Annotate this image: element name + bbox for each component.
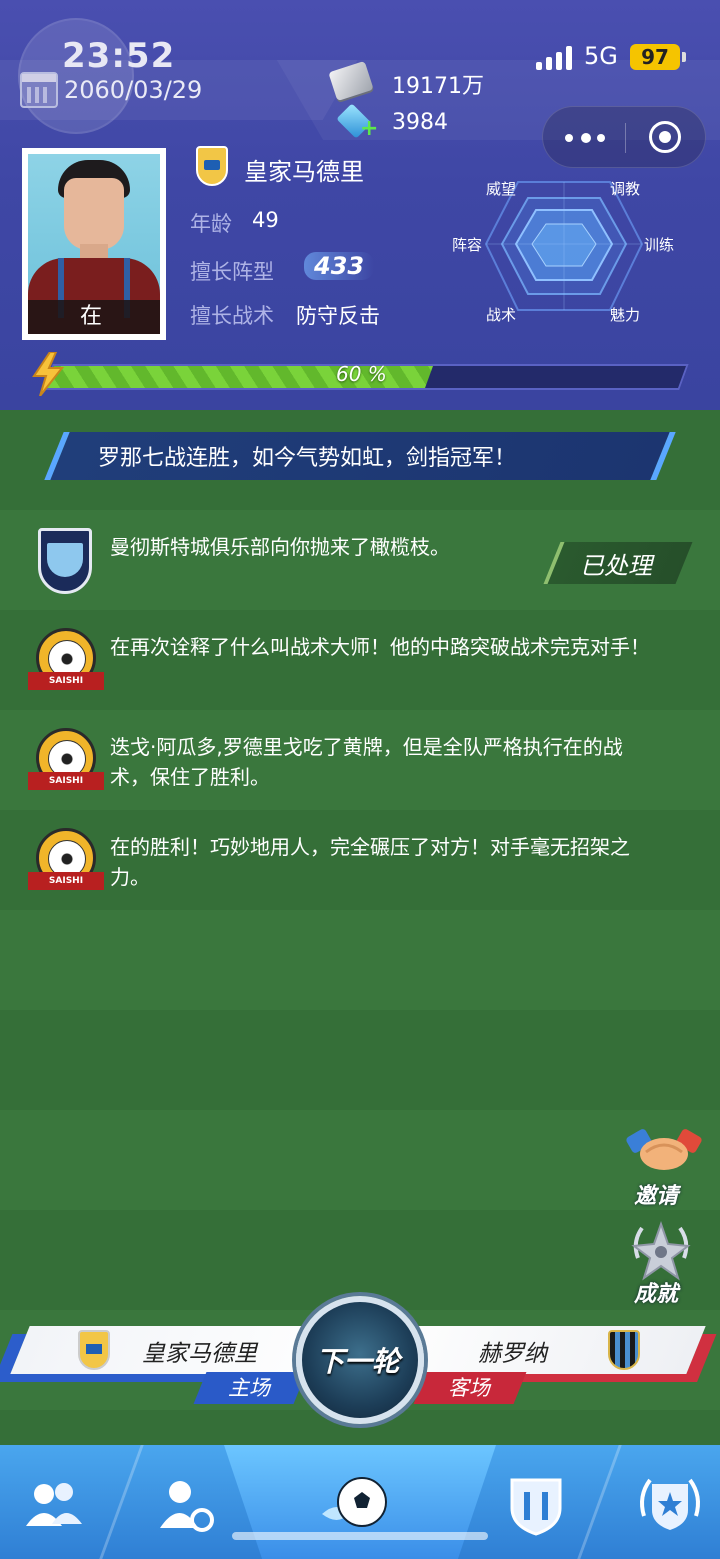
home-label: 主场 xyxy=(228,1376,270,1400)
home-club-badge-icon xyxy=(78,1330,110,1370)
saishi-icon: SAISHI xyxy=(28,628,104,698)
manager-portrait[interactable]: 在 xyxy=(22,148,166,340)
tactic-value: 防守反击 xyxy=(296,304,380,328)
network-type: 5G xyxy=(584,42,618,70)
team-icon[interactable] xyxy=(18,1470,90,1540)
away-club-badge-icon xyxy=(608,1330,640,1370)
news-text: 在再次诠释了什么叫战术大师！他的中路突破战术完克对手！ xyxy=(110,635,650,659)
age-label: 年龄 xyxy=(190,212,232,236)
saishi-ribbon: SAISHI xyxy=(28,672,104,690)
miniprogram-capsule xyxy=(542,106,706,168)
invite-label[interactable]: 邀请 xyxy=(634,1178,678,1210)
achievements-label[interactable]: 成就 xyxy=(634,1276,678,1308)
nav-divider xyxy=(99,1445,144,1559)
processed-label: 已处理 xyxy=(580,552,652,580)
radar-label-squad: 阵容 xyxy=(452,236,483,254)
radar-label-prestige: 威望 xyxy=(486,180,517,198)
status-time: 23:52 xyxy=(62,36,176,76)
news-item[interactable]: SAISHI 在再次诠释了什么叫战术大师！他的中路突破战术完克对手！ xyxy=(0,610,720,710)
away-team-name: 赫罗纳 xyxy=(478,1341,547,1367)
signal-icon xyxy=(536,44,576,70)
calendar-icon xyxy=(20,72,58,108)
transfer-icon[interactable] xyxy=(150,1470,222,1540)
portrait-face xyxy=(64,178,124,250)
news-text: 迭戈·阿瓜多,罗德里戈吃了黄牌，但是全队严格执行在的战术，保住了胜利。 xyxy=(110,735,623,789)
match-icon[interactable] xyxy=(318,1470,390,1540)
close-target-icon[interactable] xyxy=(649,121,681,153)
money-amount: 19171万 xyxy=(392,74,484,99)
headline-text: 罗那七战连胜，如今气势如虹，剑指冠军！ xyxy=(98,446,517,471)
lightning-bolt-icon xyxy=(32,352,65,396)
handshake-icon[interactable] xyxy=(626,1122,702,1180)
home-indicator xyxy=(232,1532,488,1540)
club-name: 皇家马德里 xyxy=(244,158,364,186)
more-icon[interactable] xyxy=(565,125,609,149)
away-label: 客场 xyxy=(448,1376,490,1400)
tactic-label: 擅长战术 xyxy=(190,304,274,328)
club-icon[interactable] xyxy=(500,1470,572,1540)
age-value: 49 xyxy=(252,208,279,232)
progress-percent: 60 % xyxy=(336,362,387,386)
saishi-icon: SAISHI xyxy=(28,728,104,798)
plus-icon[interactable]: + xyxy=(360,118,378,140)
portrait-image: 在 xyxy=(28,154,160,334)
news-text: 在的胜利！巧妙地用人，完全碾压了对方！对手毫无招架之力。 xyxy=(110,835,630,889)
nav-divider xyxy=(577,1445,622,1559)
radar-label-charm: 魅力 xyxy=(610,306,641,324)
radar-label-tactics: 战术 xyxy=(486,306,517,324)
gem-amount: 3984 xyxy=(392,110,448,135)
home-team-name: 皇家马德里 xyxy=(142,1341,257,1367)
radar-label-training: 训练 xyxy=(644,236,675,254)
news-item[interactable]: SAISHI 在的胜利！巧妙地用人，完全碾压了对方！对手毫无招架之力。 xyxy=(0,810,720,910)
news-item[interactable]: SAISHI 迭戈·阿瓜多,罗德里戈吃了黄牌，但是全队严格执行在的战术，保住了胜… xyxy=(0,710,720,810)
achievement-star-icon[interactable] xyxy=(628,1218,694,1284)
saishi-ribbon: SAISHI xyxy=(28,772,104,790)
saishi-icon: SAISHI xyxy=(28,828,104,898)
formation-label: 擅长阵型 xyxy=(190,260,274,284)
attribute-radar[interactable]: 威望 调教 阵容 训练 战术 魅力 xyxy=(440,170,700,330)
club-badge-icon xyxy=(196,146,228,186)
battery-indicator: 97 xyxy=(630,44,686,70)
formation-value: 433 xyxy=(304,252,375,280)
radar-label-coaching: 调教 xyxy=(610,180,641,198)
honors-icon[interactable] xyxy=(634,1470,706,1540)
news-text: 曼彻斯特城俱乐部向你抛来了橄榄枝。 xyxy=(110,535,450,559)
next-round-label[interactable]: 下一轮 xyxy=(316,1340,400,1380)
game-date: 2060/03/29 xyxy=(64,76,203,104)
saishi-ribbon: SAISHI xyxy=(28,872,104,890)
portrait-label: 在 xyxy=(28,300,160,334)
club-shield-icon xyxy=(38,528,92,594)
capsule-divider xyxy=(625,123,626,153)
